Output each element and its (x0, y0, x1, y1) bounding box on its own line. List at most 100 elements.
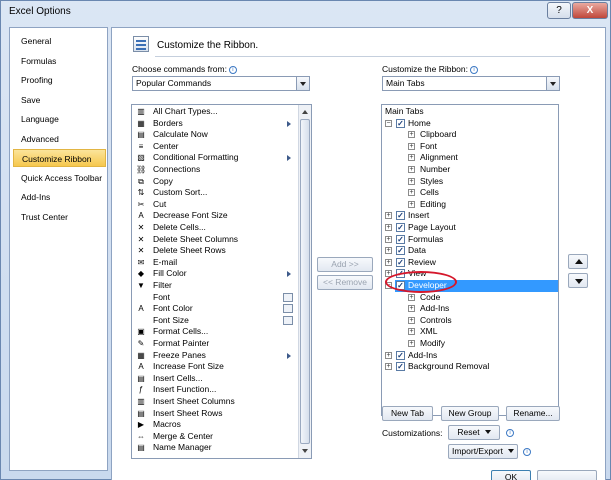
command-item[interactable]: ▤ Name Manager (132, 442, 299, 454)
expand-icon[interactable]: + (408, 305, 415, 313)
expand-icon[interactable]: + (385, 224, 392, 231)
tree-node-group[interactable]: + Font (382, 141, 558, 153)
checkbox[interactable]: ✓ (396, 257, 405, 267)
command-item[interactable]: ⛓ Connections (132, 164, 299, 176)
tree-node-tab[interactable]: + ✓ Add-Ins (382, 350, 558, 362)
command-item[interactable]: ▶ Macros (132, 419, 299, 431)
command-item[interactable]: ⇅ Custom Sort... (132, 187, 299, 199)
commands-list[interactable]: ▤ Name Manager ⇔ Merge & Center ▶ Macros ▤ Inse… (131, 104, 312, 459)
command-item[interactable]: A Font Color (132, 303, 299, 315)
checkbox[interactable]: ✓ (396, 211, 405, 221)
command-item[interactable]: Font Size (132, 315, 299, 327)
command-item[interactable]: ▦ Borders (132, 118, 299, 130)
ok-button[interactable]: OK (491, 470, 531, 480)
expand-icon[interactable]: + (385, 235, 392, 243)
tree-node-group[interactable]: + Cells (382, 187, 558, 199)
nav-item-language[interactable]: Language (13, 110, 106, 128)
nav-item-save[interactable]: Save (13, 91, 106, 109)
expand-icon[interactable]: + (408, 177, 415, 185)
expand-icon[interactable]: + (408, 189, 415, 197)
command-item[interactable]: ⇔ Merge & Center (132, 431, 299, 443)
command-item[interactable]: ≡ Center (132, 141, 299, 153)
expand-icon[interactable]: + (408, 154, 415, 162)
nav-item-trust-center[interactable]: Trust Center (13, 208, 106, 226)
command-item[interactable]: ✕ Delete Sheet Rows (132, 245, 299, 257)
scroll-thumb[interactable] (300, 119, 310, 444)
tree-node-group[interactable]: + Controls (382, 315, 558, 327)
rename-button[interactable]: Rename... (506, 406, 560, 421)
new-group-button[interactable]: New Group (441, 406, 499, 421)
tree-node-tab[interactable]: − ✓ Home (382, 118, 558, 130)
checkbox[interactable]: ✓ (396, 350, 405, 360)
nav-item-proofing[interactable]: Proofing (13, 71, 106, 89)
tree-node-tab[interactable]: + ✓ Data (382, 245, 558, 257)
ribbon-tabs-combo[interactable]: Main Tabs (382, 76, 560, 91)
command-item[interactable]: ✕ Delete Cells... (132, 222, 299, 234)
add-button[interactable]: Add >> (317, 257, 373, 272)
command-item[interactable]: ✎ Format Painter (132, 338, 299, 350)
expand-icon[interactable]: + (408, 316, 415, 324)
command-item[interactable]: ✂ Cut (132, 199, 299, 211)
reset-button[interactable]: Reset (448, 425, 500, 440)
command-item[interactable]: ⧉ Copy (132, 176, 299, 188)
remove-button[interactable]: << Remove (317, 275, 373, 290)
expand-icon[interactable]: + (408, 340, 415, 347)
tree-node-tab[interactable]: + ✓ Background Removal (382, 361, 558, 373)
expand-icon[interactable]: + (408, 166, 415, 173)
nav-item-quick-access-toolbar[interactable]: Quick Access Toolbar (13, 169, 106, 187)
checkbox[interactable]: ✓ (396, 118, 405, 128)
tree-node-tab[interactable]: + ✓ Review (382, 257, 558, 269)
checkbox[interactable]: ✓ (396, 246, 405, 256)
command-item[interactable]: Font (132, 292, 299, 304)
checkbox[interactable]: ✓ (396, 223, 405, 232)
help-button[interactable]: ? (547, 2, 571, 19)
scroll-down-icon[interactable] (300, 446, 310, 456)
ribbon-tree[interactable]: Main Tabs − ✓ Home + Clipboard + Font + Alignment… (381, 104, 559, 416)
tree-node-group[interactable]: + Styles (382, 176, 558, 188)
nav-item-formulas[interactable]: Formulas (13, 52, 106, 70)
command-item[interactable]: ▤ Insert Sheet Rows (132, 408, 299, 420)
tree-node-group[interactable]: + Alignment (382, 152, 558, 164)
command-item[interactable]: ▥ Insert Sheet Columns (132, 396, 299, 408)
tree-node-tab[interactable]: + ✓ Page Layout (382, 222, 558, 234)
nav-item-general[interactable]: General (13, 32, 106, 50)
expand-icon[interactable]: + (408, 200, 415, 208)
collapse-icon[interactable]: − (385, 119, 392, 127)
tree-node-tab[interactable]: + ✓ Formulas (382, 234, 558, 246)
tree-node-group[interactable]: + Code (382, 292, 558, 304)
command-item[interactable]: A Decrease Font Size (132, 210, 299, 222)
chevron-down-icon[interactable] (296, 77, 309, 90)
cancel-button[interactable] (537, 470, 597, 480)
expand-icon[interactable]: + (408, 131, 415, 139)
checkbox[interactable]: ✓ (396, 362, 405, 372)
expand-icon[interactable]: + (385, 351, 392, 359)
command-item[interactable]: A Increase Font Size (132, 361, 299, 373)
move-up-button[interactable] (568, 254, 588, 269)
command-item[interactable]: ƒ Insert Function... (132, 384, 299, 396)
expand-icon[interactable]: + (385, 258, 392, 266)
scroll-up-icon[interactable] (300, 107, 310, 117)
expand-icon[interactable]: + (408, 142, 415, 150)
commands-scrollbar[interactable] (298, 105, 311, 458)
expand-icon[interactable]: + (408, 328, 415, 336)
tree-node-group[interactable]: + Modify (382, 338, 558, 350)
nav-item-advanced[interactable]: Advanced (13, 130, 106, 148)
command-item[interactable]: ▼ Filter (132, 280, 299, 292)
expand-icon[interactable]: + (385, 212, 392, 220)
expand-icon[interactable]: + (408, 293, 415, 301)
tree-node-group[interactable]: + Editing (382, 199, 558, 211)
command-item[interactable]: ▤ Insert Cells... (132, 373, 299, 385)
chevron-down-icon[interactable] (546, 77, 559, 90)
close-button[interactable]: X (572, 2, 608, 19)
command-item[interactable]: ▧ Conditional Formatting (132, 152, 299, 164)
choose-commands-combo[interactable]: Popular Commands (132, 76, 310, 91)
move-down-button[interactable] (568, 273, 588, 288)
expand-icon[interactable]: + (385, 363, 392, 371)
new-tab-button[interactable]: New Tab (382, 406, 433, 421)
command-item[interactable]: ▥ All Chart Types... (132, 106, 299, 118)
nav-item-customize-ribbon[interactable]: Customize Ribbon (13, 149, 106, 167)
tree-node-group[interactable]: + XML (382, 326, 558, 338)
command-item[interactable]: ▤ Calculate Now (132, 129, 299, 141)
command-item[interactable]: ✉ E-mail (132, 257, 299, 269)
command-item[interactable]: ▣ Format Cells... (132, 326, 299, 338)
